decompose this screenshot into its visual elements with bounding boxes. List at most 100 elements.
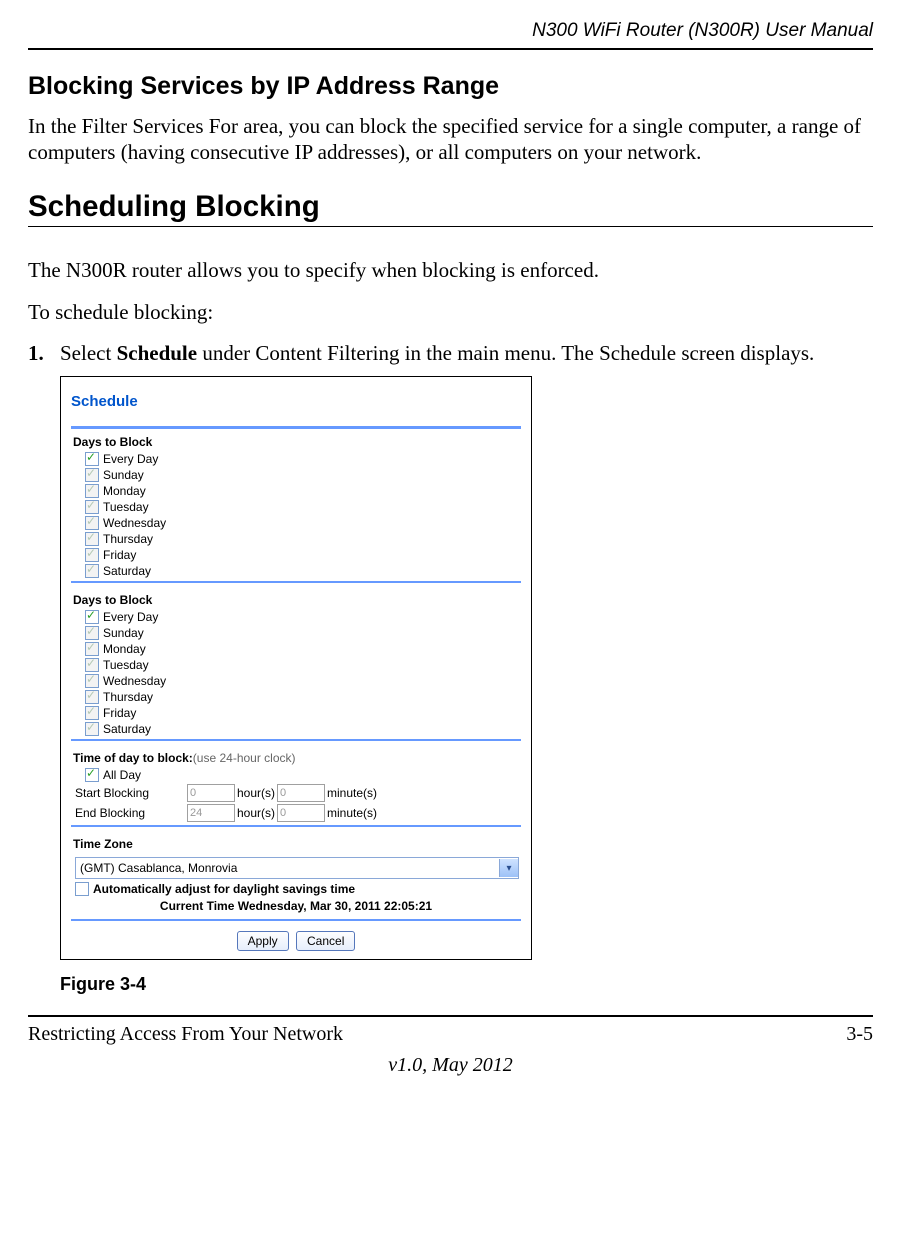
checkbox-icon [85,548,99,562]
chk-label: Friday [103,548,136,562]
days-group1-label: Days to Block [71,429,521,451]
chk-label: Tuesday [103,500,149,514]
section2-heading: Scheduling Blocking [28,190,873,224]
chk-label: Friday [103,706,136,720]
chk-wednesday-1[interactable]: Wednesday [71,515,521,531]
apply-button[interactable]: Apply [237,931,289,951]
checkbox-icon [85,452,99,466]
section2-rule [28,226,873,227]
checkbox-icon [85,468,99,482]
checkbox-icon [85,532,99,546]
step-1-pre: Select [60,341,117,365]
chk-thursday-2[interactable]: Thursday [71,689,521,705]
step-1-text: Select Schedule under Content Filtering … [60,341,814,366]
chk-sunday-1[interactable]: Sunday [71,467,521,483]
checkbox-icon [85,658,99,672]
header-rule [28,48,873,50]
step-1-post: under Content Filtering in the main menu… [197,341,814,365]
section2-para2: To schedule blocking: [28,299,873,325]
start-minute-input[interactable]: 0 [277,784,325,802]
chk-sunday-2[interactable]: Sunday [71,625,521,641]
checkbox-icon [85,706,99,720]
start-label: Start Blocking [75,786,185,800]
chk-label: Sunday [103,626,144,640]
chk-everyday-2[interactable]: Every Day [71,609,521,625]
checkbox-icon [85,484,99,498]
minutes-unit: minute(s) [327,786,377,800]
time-label-hint: (use 24-hour clock) [193,751,296,765]
end-label: End Blocking [75,806,185,820]
chk-label: Every Day [103,610,158,624]
checkbox-icon [85,722,99,736]
footer-pagenum: 3-5 [846,1023,873,1046]
figure-caption: Figure 3-4 [60,974,873,995]
chk-label: Saturday [103,564,151,578]
panel-rule-mid3 [71,825,521,827]
end-row: End Blocking 24 hour(s) 0 minute(s) [71,803,521,823]
chk-tuesday-1[interactable]: Tuesday [71,499,521,515]
checkbox-icon [85,564,99,578]
chk-friday-2[interactable]: Friday [71,705,521,721]
chk-label: Tuesday [103,658,149,672]
section1-heading: Blocking Services by IP Address Range [28,72,873,101]
checkbox-icon [85,610,99,624]
cancel-button[interactable]: Cancel [296,931,355,951]
tz-select[interactable]: (GMT) Casablanca, Monrovia ▾ [75,857,519,879]
step-1-bold: Schedule [117,341,198,365]
days-group2-label: Days to Block [71,587,521,609]
chk-monday-2[interactable]: Monday [71,641,521,657]
chk-wednesday-2[interactable]: Wednesday [71,673,521,689]
panel-rule-bottom [71,919,521,921]
time-label-bold: Time of day to block: [73,751,193,765]
panel-rule-mid2 [71,739,521,741]
chk-saturday-2[interactable]: Saturday [71,721,521,737]
chk-label: Thursday [103,690,153,704]
chk-everyday-1[interactable]: Every Day [71,451,521,467]
checkbox-icon [85,768,99,782]
start-row: Start Blocking 0 hour(s) 0 minute(s) [71,783,521,803]
section2-para1: The N300R router allows you to specify w… [28,257,873,283]
chk-label: Thursday [103,532,153,546]
tz-value: (GMT) Casablanca, Monrovia [80,861,237,875]
chk-label: Sunday [103,468,144,482]
header-manual-title: N300 WiFi Router (N300R) User Manual [28,0,873,46]
footer-version: v1.0, May 2012 [28,1046,873,1095]
chk-monday-1[interactable]: Monday [71,483,521,499]
minutes-unit: minute(s) [327,806,377,820]
checkbox-icon [85,500,99,514]
chevron-down-icon: ▾ [499,859,518,877]
current-time: Current Time Wednesday, Mar 30, 2011 22:… [71,897,521,917]
tz-group-label: Time Zone [71,831,521,853]
section1-para: In the Filter Services For area, you can… [28,113,873,166]
end-minute-input[interactable]: 0 [277,804,325,822]
step-1: 1. Select Schedule under Content Filteri… [28,341,873,366]
chk-label: Every Day [103,452,158,466]
footer-rule [28,1015,873,1017]
chk-friday-1[interactable]: Friday [71,547,521,563]
chk-allday[interactable]: All Day [71,767,521,783]
panel-rule-mid1 [71,581,521,583]
footer-left: Restricting Access From Your Network [28,1023,343,1046]
chk-label: All Day [103,768,141,782]
hours-unit: hour(s) [237,806,275,820]
button-row: Apply Cancel [71,925,521,951]
start-hour-input[interactable]: 0 [187,784,235,802]
time-group-label: Time of day to block:(use 24-hour clock) [71,745,521,767]
checkbox-icon [75,882,89,896]
chk-thursday-1[interactable]: Thursday [71,531,521,547]
chk-dst[interactable]: Automatically adjust for daylight saving… [71,881,521,897]
checkbox-icon [85,626,99,640]
chk-label: Wednesday [103,516,166,530]
checkbox-icon [85,642,99,656]
chk-saturday-1[interactable]: Saturday [71,563,521,579]
panel-title: Schedule [71,383,521,414]
schedule-screenshot: Schedule Days to Block Every Day Sunday … [60,376,532,960]
checkbox-icon [85,516,99,530]
chk-tuesday-2[interactable]: Tuesday [71,657,521,673]
step-1-number: 1. [28,341,60,366]
end-hour-input[interactable]: 24 [187,804,235,822]
chk-label: Monday [103,484,146,498]
checkbox-icon [85,674,99,688]
chk-label: Saturday [103,722,151,736]
hours-unit: hour(s) [237,786,275,800]
